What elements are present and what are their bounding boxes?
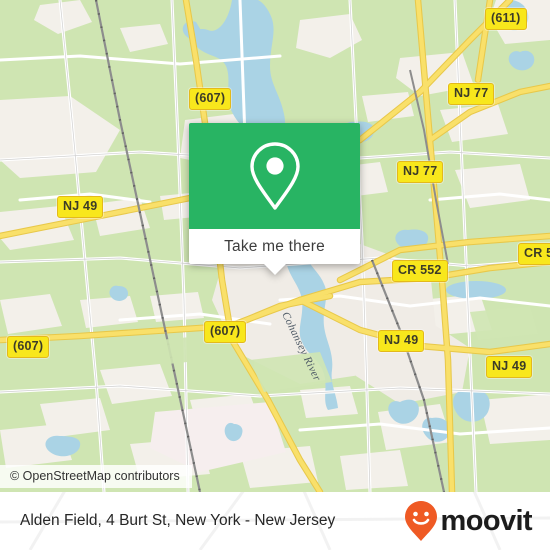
road-shield-nj49-c[interactable]: NJ 49 (486, 356, 533, 378)
location-popup-card[interactable]: Take me there (189, 123, 360, 275)
popup-footer[interactable]: Take me there (189, 229, 360, 275)
moovit-map-screenshot: (611) NJ 77 (607) NJ 77 NJ 49 CR 55 CR 5… (0, 0, 550, 550)
popup-header (189, 123, 360, 229)
moovit-pin-icon (404, 501, 437, 541)
page-footer: Alden Field, 4 Burt St, New York - New J… (0, 492, 550, 550)
moovit-wordmark: moovit (440, 504, 533, 537)
road-shield-nj49-a[interactable]: NJ 49 (57, 196, 104, 218)
map-pin-icon (249, 142, 300, 210)
road-shield-nj49-b[interactable]: NJ 49 (378, 330, 425, 352)
take-me-there-label: Take me there (224, 237, 325, 255)
moovit-logo[interactable]: moovit (404, 500, 533, 542)
map-attribution[interactable]: © OpenStreetMap contributors (0, 465, 192, 488)
road-shield-nj77-a[interactable]: NJ 77 (448, 83, 495, 105)
road-shield-607-a[interactable]: (607) (189, 88, 232, 110)
map-canvas[interactable]: (611) NJ 77 (607) NJ 77 NJ 49 CR 55 CR 5… (0, 0, 550, 492)
road-shield-nj77-b[interactable]: NJ 77 (397, 161, 444, 183)
popup-tail-pointer (263, 264, 286, 275)
road-shield-cr55[interactable]: CR 55 (518, 243, 550, 265)
road-shield-607-c[interactable]: (607) (7, 336, 50, 358)
road-shield-611[interactable]: (611) (485, 8, 527, 30)
road-shield-607-b[interactable]: (607) (204, 321, 247, 343)
location-title: Alden Field, 4 Burt St, New York - New J… (20, 512, 336, 529)
road-shield-cr552[interactable]: CR 552 (392, 260, 448, 282)
